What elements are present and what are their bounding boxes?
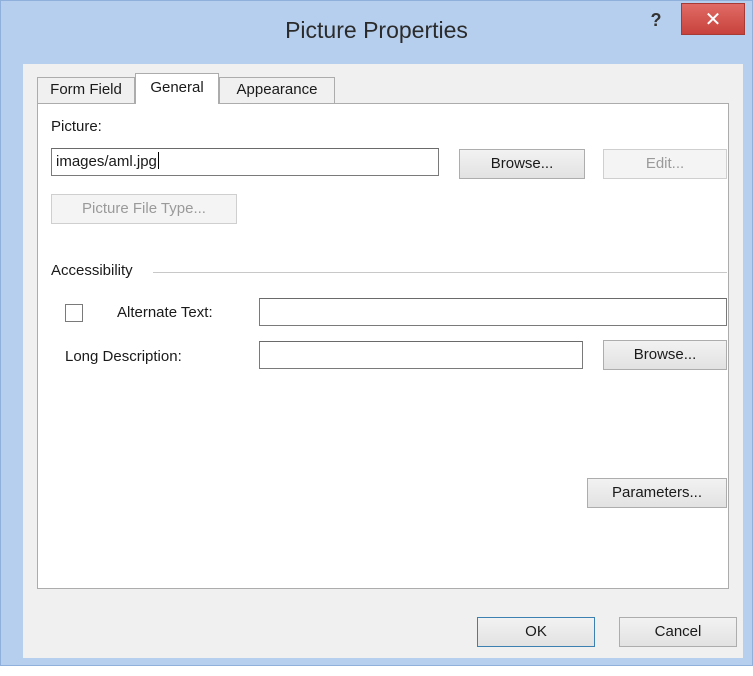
ok-button[interactable]: OK: [477, 617, 595, 647]
accessibility-group-label: Accessibility: [51, 262, 133, 279]
tab-form-field[interactable]: Form Field: [37, 77, 135, 103]
long-description-input[interactable]: [259, 341, 583, 369]
picture-path-input[interactable]: images/aml.jpg: [51, 148, 439, 176]
picture-file-type-button[interactable]: Picture File Type...: [51, 194, 237, 224]
tab-appearance[interactable]: Appearance: [219, 77, 335, 103]
picture-properties-dialog: Picture Properties ? ✕ Form Field Genera…: [0, 0, 753, 666]
alternate-text-label: Alternate Text:: [117, 304, 213, 321]
text-caret: [157, 152, 159, 169]
accessibility-divider: [153, 272, 727, 273]
cancel-button[interactable]: Cancel: [619, 617, 737, 647]
dialog-client-area: Form Field General Appearance Picture: i…: [23, 64, 743, 658]
help-button[interactable]: ?: [641, 7, 671, 33]
close-icon: ✕: [704, 9, 722, 31]
parameters-button[interactable]: Parameters...: [587, 478, 727, 508]
close-button[interactable]: ✕: [681, 3, 745, 35]
title-bar[interactable]: Picture Properties ? ✕: [1, 1, 752, 71]
long-description-label: Long Description:: [65, 348, 182, 365]
picture-path-value: images/aml.jpg: [56, 153, 157, 170]
dialog-title: Picture Properties: [285, 17, 468, 43]
picture-browse-button[interactable]: Browse...: [459, 149, 585, 179]
picture-label: Picture:: [51, 118, 102, 135]
long-description-browse-button[interactable]: Browse...: [603, 340, 727, 370]
picture-edit-button[interactable]: Edit...: [603, 149, 727, 179]
alternate-text-input[interactable]: [259, 298, 727, 326]
alternate-text-checkbox[interactable]: [65, 304, 83, 322]
tab-general[interactable]: General: [135, 73, 219, 104]
